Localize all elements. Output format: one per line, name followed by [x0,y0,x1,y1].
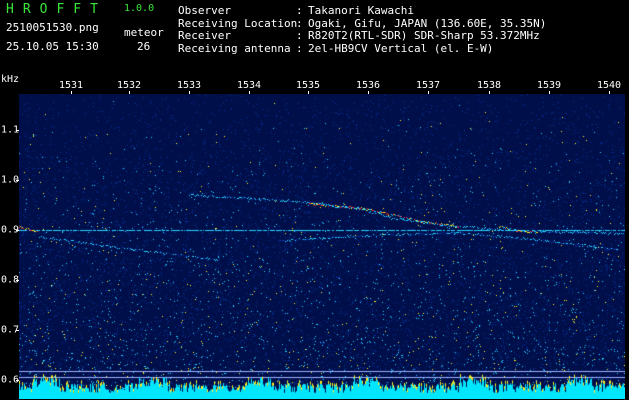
metadata-value: 2el-HB9CV Vertical (el. E-W) [308,41,494,55]
metadata-key: Receiving antenna [178,41,291,55]
meteor-count: 26 [137,40,151,53]
y-axis-unit: kHz [1,74,20,85]
metadata-separator: : [296,29,303,42]
file-name: 2510051530.png [6,21,99,34]
x-tick-label: 1534 [236,80,262,91]
metadata-value: R820T2(RTL-SDR) SDR-Sharp 53.372MHz [308,29,540,42]
x-tick-label: 1536 [355,80,381,91]
x-tick-label: 1539 [536,80,562,91]
observation-datetime: 25.10.05 15:30 [6,40,99,53]
x-tick-label: 1531 [58,80,84,91]
metadata-row-observer: Observer: Takanori Kawachi [178,4,546,18]
metadata-row-receiver: Receiver: R820T2(RTL-SDR) SDR-Sharp 53.37… [178,29,546,43]
x-tick-label: 1537 [415,80,441,91]
x-tick-label: 1538 [476,80,502,91]
meteor-label: meteor [124,26,164,39]
x-tick-label: 1535 [295,80,321,91]
app-version: 1.0.0 [124,3,155,14]
spectrogram-plot [19,94,625,399]
metadata-key: Observer [178,4,231,17]
metadata-separator: : [296,4,303,17]
x-tick-label: 1540 [596,80,622,91]
observation-metadata: Observer: Takanori Kawachi Receiving Loca… [178,4,546,56]
app-brand: HROFFT [6,2,107,17]
metadata-value: Takanori Kawachi [308,4,414,17]
metadata-key: Receiver [178,29,231,42]
hrofft-window: HROFFT 1.0.0 2510051530.png 25.10.05 15:… [0,0,629,400]
metadata-row-antenna: Receiving antenna:2el-HB9CV Vertical (el… [178,41,546,56]
x-tick-label: 1532 [116,80,142,91]
x-tick-label: 1533 [176,80,202,91]
metadata-separator: : [296,41,303,55]
